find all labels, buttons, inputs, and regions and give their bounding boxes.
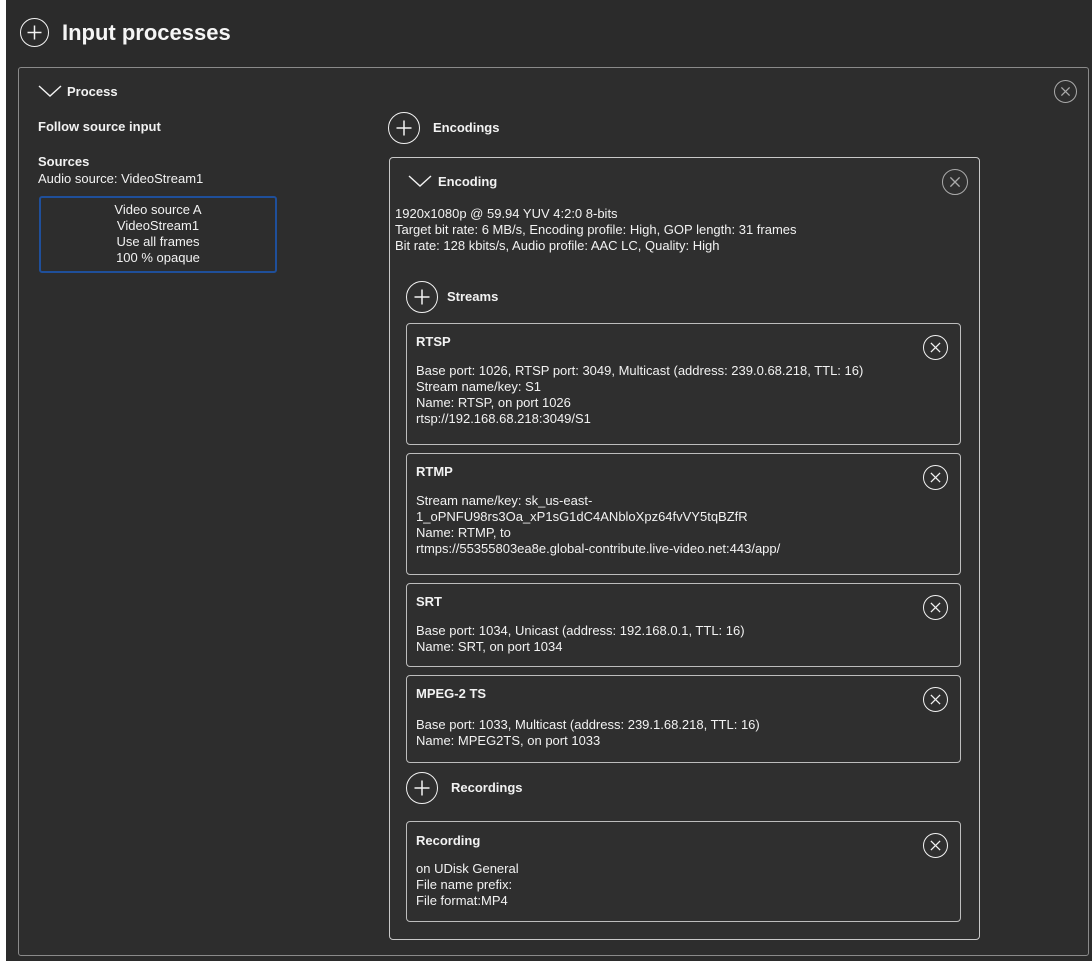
stream-title: RTMP [416, 464, 453, 479]
stream-title: SRT [416, 594, 442, 609]
process-title[interactable]: Process [67, 84, 118, 99]
close-recording-icon[interactable] [923, 833, 948, 858]
recordings-heading: Recordings [451, 780, 523, 795]
add-stream-icon[interactable] [406, 281, 438, 313]
stream-card-srt: SRT Base port: 1034, Unicast (address: 1… [406, 583, 961, 667]
stream-card-mpeg2ts: MPEG-2 TS Base port: 1033, Multicast (ad… [406, 675, 961, 763]
stream-detail-line: Name: RTMP, to [416, 525, 511, 540]
add-recording-icon[interactable] [406, 772, 438, 804]
recording-detail-line: File format:MP4 [416, 893, 508, 908]
audio-source-label: Audio source: VideoStream1 [38, 171, 204, 186]
recording-detail-line: File name prefix: [416, 877, 513, 892]
stream-detail-line: Stream name/key: sk_us-east- [416, 493, 593, 508]
streams-heading: Streams [447, 289, 499, 304]
recording-details: on UDisk General File name prefix: File … [416, 861, 519, 909]
recording-detail-line: on UDisk General [416, 861, 519, 876]
stream-detail-line: 1_oPNFU98rs3Oa_xP1sG1dC4ANbloXpz64fvVY5t… [416, 509, 748, 524]
encoding-details: 1920x1080p @ 59.94 YUV 4:2:0 8-bits Targ… [395, 206, 797, 254]
close-stream-icon[interactable] [923, 687, 948, 712]
chevron-down-icon[interactable] [38, 85, 62, 97]
close-stream-icon[interactable] [923, 595, 948, 620]
stream-detail-line: Base port: 1033, Multicast (address: 239… [416, 717, 760, 732]
add-input-process-icon[interactable] [20, 18, 49, 47]
stream-detail-line: Base port: 1026, RTSP port: 3049, Multic… [416, 363, 864, 378]
encoding-detail-line: 1920x1080p @ 59.94 YUV 4:2:0 8-bits [395, 206, 618, 221]
stream-detail-line: rtmps://55355803ea8e.global-contribute.l… [416, 541, 781, 556]
stream-detail-line: Base port: 1034, Unicast (address: 192.1… [416, 623, 745, 638]
encoding-title[interactable]: Encoding [438, 174, 497, 189]
video-source-box[interactable]: Video source A VideoStream1 Use all fram… [39, 196, 277, 273]
video-source-line: Use all frames [116, 234, 200, 249]
encoding-card: Encoding 1920x1080p @ 59.94 YUV 4:2:0 8-… [389, 157, 980, 940]
encoding-detail-line: Bit rate: 128 kbits/s, Audio profile: AA… [395, 238, 720, 253]
stream-title: MPEG-2 TS [416, 686, 487, 701]
close-stream-icon[interactable] [923, 335, 948, 360]
stream-detail-line: rtsp://192.168.68.218:3049/S1 [416, 411, 591, 426]
video-source-line: 100 % opaque [116, 250, 200, 265]
stream-detail-line: Name: SRT, on port 1034 [416, 639, 563, 654]
video-source-line: VideoStream1 [116, 218, 200, 233]
close-encoding-icon[interactable] [942, 169, 968, 195]
page-title: Input processes [62, 20, 231, 45]
stream-details: Base port: 1034, Unicast (address: 192.1… [416, 623, 745, 655]
close-process-icon[interactable] [1054, 80, 1077, 103]
close-stream-icon[interactable] [923, 465, 948, 490]
app-window: Input processes Process Follow source in… [6, 0, 1092, 961]
stream-detail-line: Name: RTSP, on port 1026 [416, 395, 571, 410]
video-source-line: Video source A [114, 202, 202, 217]
process-panel: Process Follow source input Sources Audi… [18, 67, 1089, 956]
stream-details: Base port: 1026, RTSP port: 3049, Multic… [416, 363, 863, 427]
stream-card-rtmp: RTMP Stream name/key: sk_us-east- 1_oPNF… [406, 453, 961, 575]
stream-title: RTSP [416, 334, 451, 349]
encodings-heading: Encodings [433, 120, 500, 135]
stream-detail-line: Name: MPEG2TS, on port 1033 [416, 733, 601, 748]
stream-details: Stream name/key: sk_us-east- 1_oPNFU98rs… [416, 493, 780, 557]
stream-detail-line: Stream name/key: S1 [416, 379, 541, 394]
recording-card: Recording on UDisk General File name pre… [406, 821, 961, 922]
stream-details: Base port: 1033, Multicast (address: 239… [416, 717, 760, 749]
sources-heading: Sources [38, 154, 90, 169]
follow-source-label: Follow source input [38, 119, 161, 134]
add-encoding-icon[interactable] [388, 112, 420, 144]
stream-card-rtsp: RTSP Base port: 1026, RTSP port: 3049, M… [406, 323, 961, 445]
chevron-down-icon[interactable] [408, 175, 432, 187]
recording-title: Recording [416, 833, 481, 848]
encoding-detail-line: Target bit rate: 6 MB/s, Encoding profil… [395, 222, 797, 237]
